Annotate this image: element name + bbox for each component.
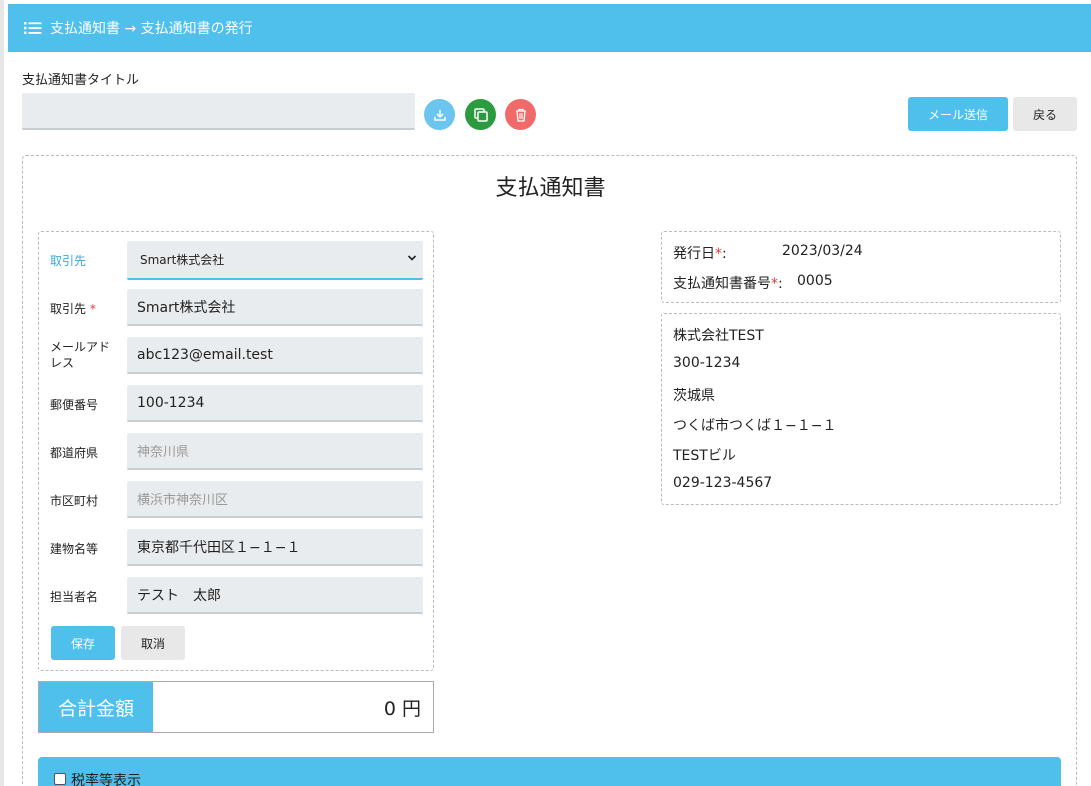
cancel-button[interactable]: 取消 [121, 626, 185, 660]
trash-icon [515, 108, 526, 122]
email-label: メールアド レス [50, 340, 111, 370]
vendor-name-field[interactable]: Smart株式会社 [127, 289, 423, 326]
issuer-city: つくば市つくば１−１−１ [673, 418, 837, 434]
download-button[interactable] [424, 99, 455, 130]
title-label: 支払通知書タイトル [22, 73, 140, 88]
list-icon[interactable] [24, 21, 42, 35]
issuer-prefecture: 茨城県 [673, 388, 715, 404]
vendor-select-value: Smart株式会社 [140, 253, 225, 267]
title-input[interactable] [22, 93, 415, 130]
copy-icon [473, 107, 488, 122]
contact-person-label: 担当者名 [50, 590, 99, 604]
download-icon [433, 109, 446, 121]
copy-button[interactable] [465, 99, 496, 130]
email-field[interactable]: abc123@email.test [127, 337, 423, 374]
issuer-building: TESTビル [673, 448, 736, 464]
postal-code-label: 郵便番号 [50, 398, 99, 412]
breadcrumb: 支払通知書 → 支払通知書の発行 [50, 21, 253, 37]
vendor-select[interactable]: Smart株式会社 [127, 241, 423, 280]
document-title: 支払通知書 [495, 176, 606, 201]
send-mail-button[interactable]: メール送信 [908, 97, 1008, 131]
vendor-name-label: 取引先 * [50, 302, 96, 316]
total-amount-box: 合計金額 0 円 [38, 681, 434, 733]
city-field[interactable]: 横浜市神奈川区 [127, 481, 423, 518]
issue-date-label: 発行日*: [673, 246, 727, 262]
postal-code-field[interactable]: 100-1234 [127, 385, 423, 422]
issue-info-box: 発行日*: 2023/03/24 支払通知書番号*: 0005 [661, 231, 1061, 303]
building-field[interactable]: 東京都千代田区１−１−１ [127, 529, 423, 566]
notice-number-value: 0005 [797, 273, 833, 289]
issuer-phone: 029-123-4567 [673, 475, 773, 491]
chevron-down-icon [407, 255, 417, 261]
vendor-form: 取引先 Smart株式会社 取引先 * Smart株式会社 メールアド レス ab… [38, 231, 434, 671]
issue-date-value: 2023/03/24 [782, 243, 863, 259]
issuer-address-box: 株式会社TEST 300-1234 茨城県 つくば市つくば１−１−１ TESTビ… [661, 313, 1061, 505]
prefecture-field[interactable]: 神奈川県 [127, 433, 423, 470]
issuer-company: 株式会社TEST [673, 328, 764, 344]
notice-number-label: 支払通知書番号*: [673, 276, 783, 292]
payment-notice-document: 支払通知書 取引先 Smart株式会社 取引先 * Smart株式会社 メールア… [22, 155, 1077, 786]
issuer-postal-code: 300-1234 [673, 355, 741, 371]
tax-display-bar: 税率等表示 [38, 757, 1061, 786]
page: 支払通知書 → 支払通知書の発行 支払通知書タイトル メール送信 戻る 支払通知… [0, 0, 1091, 786]
back-button[interactable]: 戻る [1013, 97, 1077, 131]
tax-display-checkbox[interactable] [54, 773, 66, 785]
save-button[interactable]: 保存 [51, 626, 115, 660]
city-label: 市区町村 [50, 494, 99, 508]
top-bar: 支払通知書 → 支払通知書の発行 [8, 4, 1091, 52]
total-amount-value: 0 円 [383, 697, 421, 720]
vendor-select-label: 取引先 [50, 254, 87, 268]
tax-display-label: 税率等表示 [71, 773, 141, 786]
delete-button[interactable] [505, 99, 536, 130]
building-label: 建物名等 [50, 542, 99, 556]
total-amount-label: 合計金額 [39, 682, 153, 732]
prefecture-label: 都道府県 [50, 446, 99, 460]
contact-person-field[interactable]: テスト 太郎 [127, 577, 423, 614]
